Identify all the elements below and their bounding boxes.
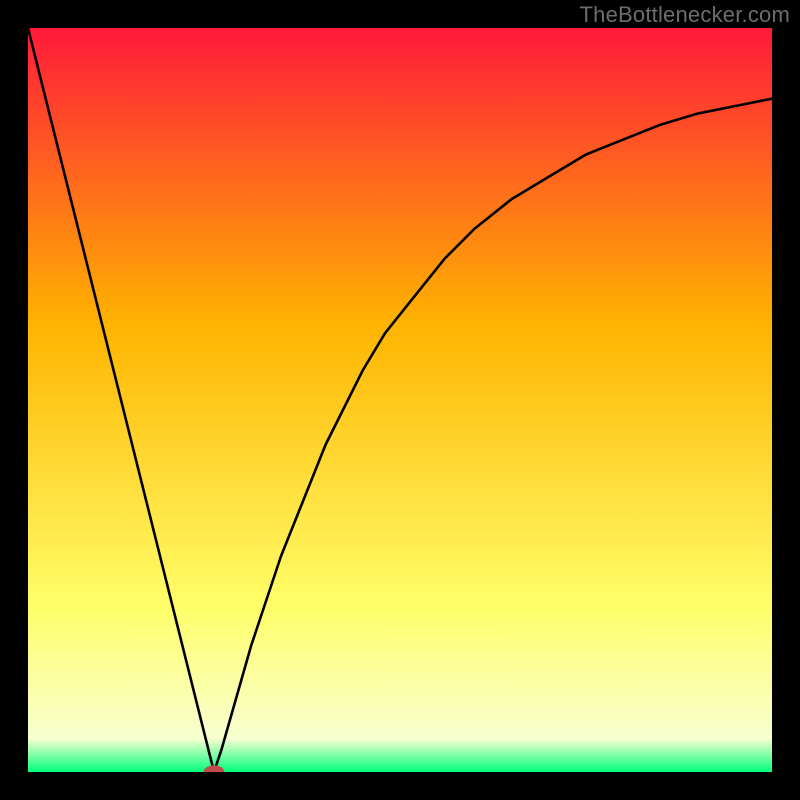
bottleneck-chart bbox=[28, 28, 772, 772]
gradient-background bbox=[28, 28, 772, 772]
attribution-label: TheBottlenecker.com bbox=[580, 2, 790, 28]
chart-frame: TheBottlenecker.com bbox=[0, 0, 800, 800]
